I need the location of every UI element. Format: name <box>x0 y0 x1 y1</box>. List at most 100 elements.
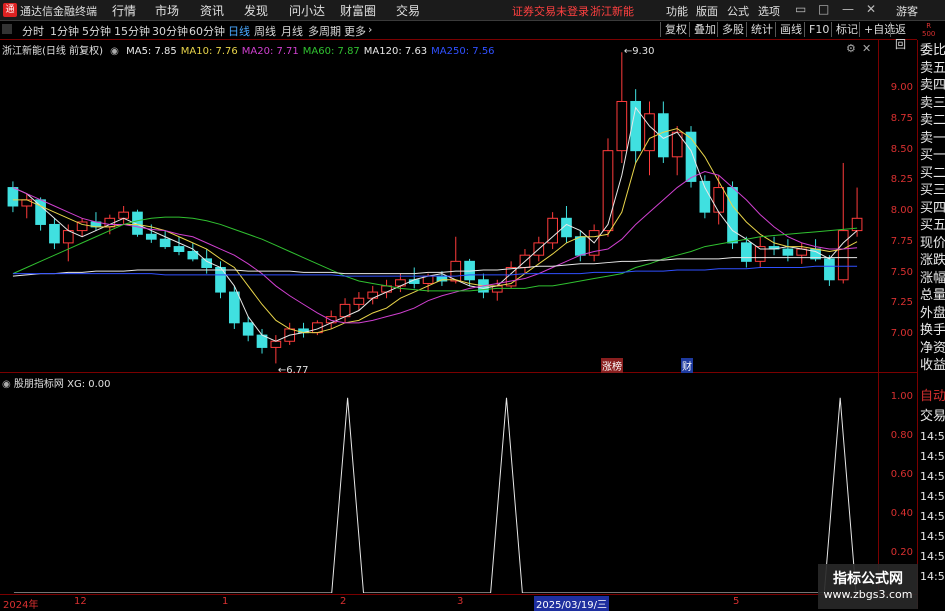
stock-link[interactable]: 浙江新能 <box>590 3 634 19</box>
side-lower-item: 14:56 <box>920 570 945 583</box>
candle-body <box>49 223 60 244</box>
candle-body <box>173 246 185 252</box>
period-60min[interactable]: 60分钟 <box>189 23 225 39</box>
candle-body <box>727 187 738 244</box>
close-icon[interactable]: ✕ <box>866 2 876 16</box>
side-lower-item: 14:56 <box>920 550 945 563</box>
y-tick-label: 7.50 <box>890 266 913 278</box>
period-rixian[interactable]: 日线 <box>228 23 250 39</box>
app-logo: 通 <box>3 3 17 17</box>
side-item: 买三 <box>920 183 945 198</box>
y-tick-label: 7.25 <box>890 297 913 309</box>
period-1min[interactable]: 1分钟 <box>50 23 79 39</box>
minimize-icon[interactable]: — <box>842 2 854 16</box>
menu-hangqing[interactable]: 行情 <box>112 2 136 19</box>
guest-label[interactable]: 游客 <box>896 3 918 19</box>
duogu-button[interactable]: 多股 <box>717 22 748 37</box>
restore-icon[interactable]: ▭ <box>795 2 806 16</box>
side-lower-item: 14:56 <box>920 430 945 443</box>
side-item: 现价 <box>920 235 945 251</box>
candle-body <box>699 180 711 213</box>
candle-body <box>159 238 171 248</box>
tongji-button[interactable]: 统计 <box>746 22 777 37</box>
candle-body <box>395 279 406 287</box>
back-button[interactable]: 返回 <box>890 22 917 51</box>
finance-marker[interactable]: 财 <box>681 358 693 373</box>
side-item: 涨幅 <box>920 270 945 286</box>
y-tick-label: 1.00 <box>890 390 913 402</box>
side-lower-item[interactable]: 自动 <box>920 388 945 405</box>
high-price-label: ←9.30 <box>623 46 655 58</box>
y-tick-label: 7.00 <box>890 328 913 340</box>
y-tick-label: 0.80 <box>890 429 913 441</box>
maximize-icon[interactable]: □ <box>818 2 829 16</box>
period-15min[interactable]: 15分钟 <box>114 23 150 39</box>
candle-body <box>242 322 254 336</box>
side-item: 总量 <box>920 288 945 303</box>
menu-gongshi[interactable]: 公式 <box>727 3 749 19</box>
pane-divider <box>0 372 917 373</box>
candle-body <box>837 230 849 281</box>
side-item: 买四 <box>920 200 945 216</box>
period-duozhouqi[interactable]: 多周期 <box>308 23 341 39</box>
candle-body <box>118 211 129 219</box>
date-label: 2 <box>340 596 347 607</box>
menu-gongneng[interactable]: 功能 <box>666 3 688 19</box>
menu-shichang[interactable]: 市场 <box>155 2 179 19</box>
candle-body <box>145 233 157 240</box>
menu-faxian[interactable]: 发现 <box>244 2 268 19</box>
period-gengduo[interactable]: 更多 <box>344 23 366 39</box>
y-tick-label: 0.60 <box>890 468 913 480</box>
f10-button[interactable]: F10 <box>804 22 833 37</box>
side-lower-item: 14:56 <box>920 530 945 543</box>
side-item: 涨跌 <box>920 253 945 268</box>
menu-xuanxiang[interactable]: 选项 <box>758 3 780 19</box>
side-item: 买二 <box>920 165 945 181</box>
fuquan-button[interactable]: 复权 <box>660 22 691 37</box>
candle-body <box>367 291 379 299</box>
kline-chart[interactable] <box>0 40 878 372</box>
candle-body <box>228 291 240 324</box>
side-item: 卖二 <box>920 113 945 128</box>
menu-wenxiaoda[interactable]: 问小达 <box>289 2 325 19</box>
watermark: 指标公式网 www.zbgs3.com <box>818 564 918 609</box>
menu-zixun[interactable]: 资讯 <box>200 2 224 19</box>
side-item: 外盘 <box>920 305 945 321</box>
zhangbang-marker[interactable]: 涨榜 <box>601 358 623 373</box>
candle-body <box>782 248 794 256</box>
side-item: 卖一 <box>920 130 945 146</box>
period-yuexian[interactable]: 月线 <box>281 23 303 39</box>
side-lower-item: 14:56 <box>920 490 945 503</box>
period-zhouxian[interactable]: 周线 <box>254 23 276 39</box>
menu-caifuquan[interactable]: 财富圈 <box>340 2 376 19</box>
candle-body <box>574 236 586 256</box>
side-lower-item[interactable]: 交易 <box>920 408 945 425</box>
diejia-button[interactable]: 叠加 <box>689 22 720 37</box>
candle-body <box>325 316 337 324</box>
side-lower-item: 14:56 <box>920 510 945 523</box>
y-tick-label: 9.00 <box>890 82 913 94</box>
login-warning[interactable]: 证券交易未登录 <box>512 3 589 19</box>
grid-icon[interactable] <box>2 24 12 34</box>
biaoji-button[interactable]: 标记 <box>831 22 862 37</box>
menu-jiaoyi[interactable]: 交易 <box>396 2 420 19</box>
xg-line <box>13 397 857 593</box>
side-item: 委比 <box>920 43 945 58</box>
candle-body <box>713 187 725 213</box>
sub-y-axis: 1.00 0.80 0.60 0.40 0.20 <box>879 388 917 593</box>
candle-body <box>7 187 19 207</box>
y-tick-label: 8.00 <box>890 205 913 217</box>
period-5min[interactable]: 5分钟 <box>82 23 111 39</box>
side-lower-item: 14:56 <box>920 450 945 463</box>
period-30min[interactable]: 30分钟 <box>152 23 188 39</box>
huaxian-button[interactable]: 画线 <box>775 22 806 37</box>
xg-indicator-chart[interactable] <box>0 388 878 593</box>
side-lower-item: 14:56 <box>920 470 945 483</box>
side-top-label: R 500 <box>922 22 936 38</box>
app-title: 通达信金融终端 <box>20 5 97 18</box>
menu-banmian[interactable]: 版面 <box>696 3 718 19</box>
candle-body <box>602 150 614 232</box>
watermark-title: 指标公式网 <box>833 571 903 587</box>
more-chevron-icon[interactable]: › <box>368 23 372 36</box>
period-fenshi[interactable]: 分时 <box>22 23 44 39</box>
